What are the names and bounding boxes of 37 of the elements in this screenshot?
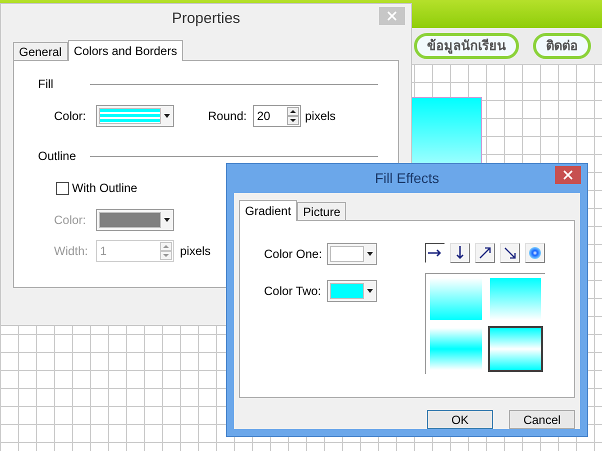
diagonal-arrow-icon bbox=[504, 247, 516, 259]
dropdown-caret-icon bbox=[164, 218, 170, 222]
number-field[interactable]: 20 bbox=[253, 105, 301, 127]
diagonal-arrow-icon bbox=[479, 247, 491, 259]
field-label: Color One: bbox=[264, 246, 324, 263]
tab[interactable]: Picture bbox=[297, 202, 346, 220]
window-title: Fill Effects bbox=[374, 169, 440, 188]
field-label: Color: bbox=[54, 108, 88, 125]
tab[interactable]: General bbox=[13, 42, 68, 60]
nav-button[interactable]: ติดต่อ bbox=[533, 33, 591, 59]
tab[interactable]: Colors and Borders bbox=[68, 40, 184, 61]
tab[interactable]: Gradient bbox=[239, 200, 298, 221]
section-heading: Outline bbox=[38, 148, 78, 165]
dropdown-caret-icon bbox=[367, 252, 373, 256]
field-label: Color Two: bbox=[264, 283, 322, 300]
window-title: Properties bbox=[172, 8, 240, 29]
dropdown-caret-icon bbox=[164, 114, 170, 118]
nav-button[interactable]: ข้อมูลนักเรียน bbox=[414, 33, 519, 59]
field-label: Width: bbox=[54, 243, 90, 260]
color-dropdown[interactable] bbox=[327, 243, 377, 265]
close-icon[interactable] bbox=[555, 166, 581, 184]
dialog-button[interactable]: Cancel bbox=[509, 410, 575, 429]
field-label: Color: bbox=[54, 212, 88, 229]
field-label: Round: bbox=[208, 108, 248, 125]
dialog-button[interactable]: OK bbox=[427, 410, 493, 429]
checkbox-label: With Outline bbox=[72, 180, 138, 197]
color-dropdown[interactable] bbox=[96, 105, 174, 127]
gradient-preview[interactable] bbox=[488, 326, 543, 372]
color-dropdown[interactable] bbox=[96, 209, 174, 231]
unit-label: pixels bbox=[180, 243, 211, 260]
right-arrow-icon bbox=[428, 249, 442, 257]
radial-dot-icon bbox=[529, 247, 541, 259]
section-heading: Fill bbox=[38, 76, 54, 93]
spin-arrows-icon[interactable] bbox=[287, 107, 299, 125]
down-arrow-icon bbox=[456, 246, 464, 260]
color-dropdown[interactable] bbox=[327, 280, 377, 302]
unit-label: pixels bbox=[305, 108, 336, 125]
